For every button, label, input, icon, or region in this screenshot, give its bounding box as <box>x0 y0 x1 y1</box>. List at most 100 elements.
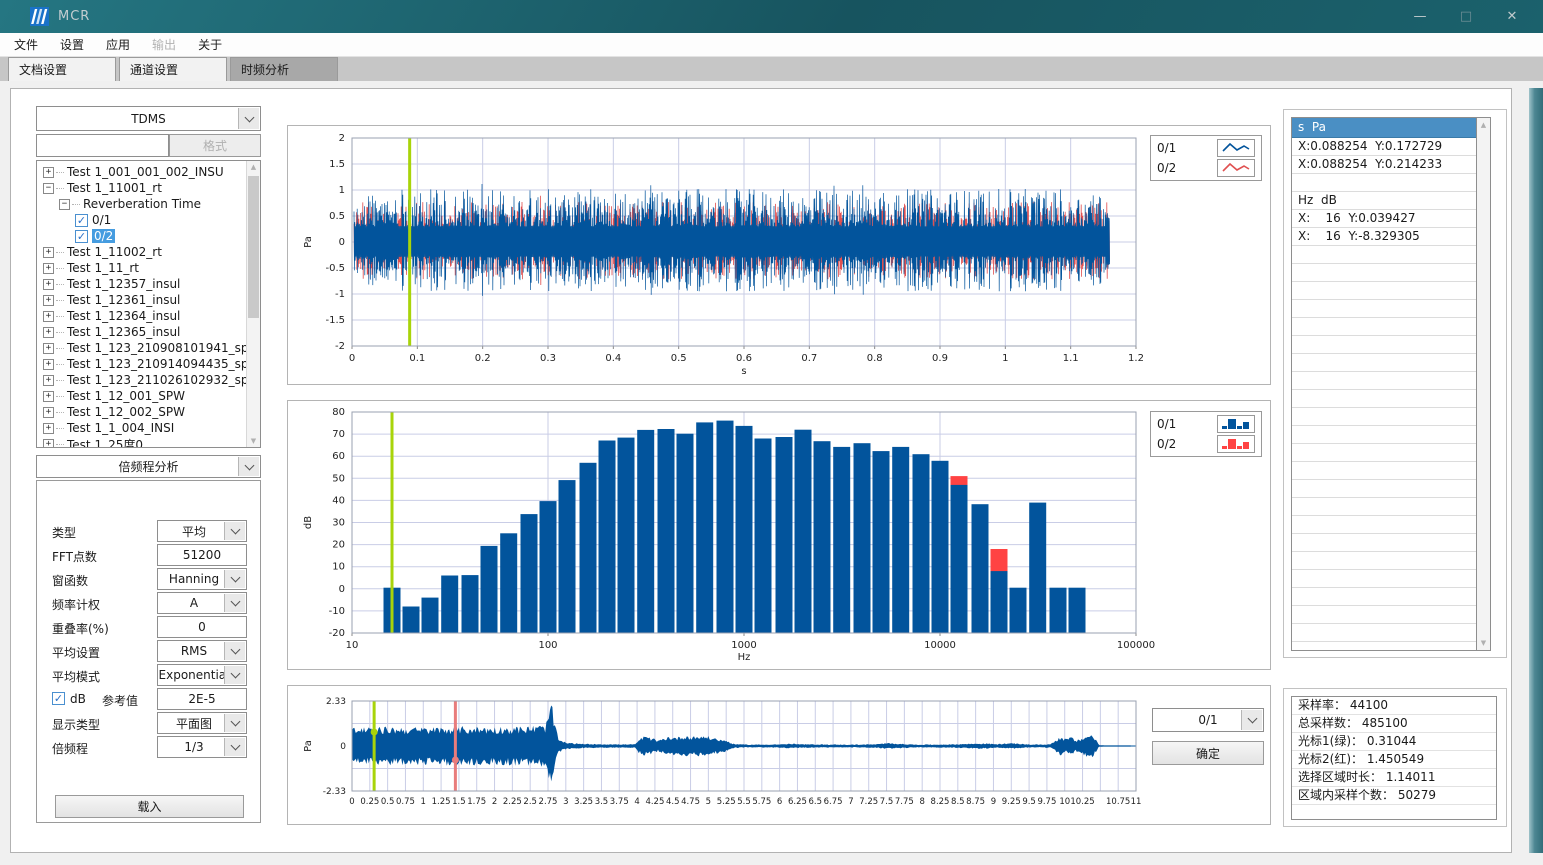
expand-icon[interactable]: + <box>43 311 54 322</box>
readout-row[interactable] <box>1292 426 1476 444</box>
dropdown-arrow-icon[interactable] <box>224 714 245 732</box>
form-input-2[interactable]: 51200 <box>157 544 247 566</box>
form-select-7[interactable]: Exponential <box>157 664 247 686</box>
readout-row[interactable]: X: 16 Y:-8.329305 <box>1292 228 1476 246</box>
time-waveform-chart[interactable]: 00.10.20.30.40.50.60.70.80.911.11.2-2-1.… <box>288 126 1272 387</box>
dropdown-arrow-icon[interactable] <box>224 666 245 684</box>
expand-icon[interactable]: + <box>43 327 54 338</box>
readout-row[interactable] <box>1292 264 1476 282</box>
tree-item[interactable]: −Test 1_11001_rt <box>37 180 260 196</box>
expand-icon[interactable]: + <box>43 167 54 178</box>
expand-icon[interactable]: + <box>43 359 54 370</box>
expand-icon[interactable]: + <box>43 391 54 402</box>
expand-icon[interactable]: + <box>43 343 54 354</box>
readout-row[interactable] <box>1292 174 1476 192</box>
expand-icon[interactable]: + <box>43 279 54 290</box>
expand-icon[interactable]: + <box>43 439 54 449</box>
expand-icon[interactable]: + <box>43 423 54 434</box>
channel-select[interactable]: 0/1 <box>1152 708 1264 732</box>
readout-row[interactable] <box>1292 498 1476 516</box>
tree-item[interactable]: +Test 1_12365_insul <box>37 324 260 340</box>
readout-row[interactable] <box>1292 588 1476 606</box>
expand-icon[interactable]: + <box>43 407 54 418</box>
expand-icon[interactable]: + <box>43 375 54 386</box>
db-checkbox-icon[interactable]: ✓ <box>52 692 65 705</box>
tab-1[interactable]: 文档设置 <box>8 57 116 81</box>
checkbox-icon[interactable]: ✓ <box>75 230 88 243</box>
form-select-1[interactable]: 平均 <box>157 520 247 542</box>
readout-row[interactable] <box>1292 624 1476 642</box>
form-select-10[interactable]: 1/3 <box>157 736 247 758</box>
tree-item[interactable]: +Test 1_12_002_SPW <box>37 404 260 420</box>
readout-row[interactable] <box>1292 372 1476 390</box>
readout-row[interactable]: Hz dB <box>1292 192 1476 210</box>
tree-item[interactable]: −Reverberation Time <box>37 196 260 212</box>
readout-row[interactable] <box>1292 318 1476 336</box>
menu-item-1[interactable]: 文件 <box>14 36 38 53</box>
readout-row[interactable] <box>1292 282 1476 300</box>
dropdown-arrow-icon[interactable] <box>238 457 259 476</box>
tree-item[interactable]: +Test 1_1_004_INSI <box>37 420 260 436</box>
tree-item[interactable]: +Test 1_12361_insul <box>37 292 260 308</box>
readout-row[interactable]: X: 16 Y:0.039427 <box>1292 210 1476 228</box>
menu-item-5[interactable]: 关于 <box>198 36 222 53</box>
scroll-up-icon[interactable]: ▲ <box>1477 119 1490 131</box>
readout-row[interactable] <box>1292 390 1476 408</box>
format-button[interactable]: 格式 <box>169 134 261 157</box>
readout-row[interactable] <box>1292 606 1476 624</box>
dropdown-arrow-icon[interactable] <box>224 642 245 660</box>
scroll-up-icon[interactable]: ▲ <box>247 161 260 173</box>
dropdown-arrow-icon[interactable] <box>224 522 245 540</box>
analysis-type-select[interactable]: 倍频程分析 <box>36 455 261 478</box>
minimize-button[interactable]: — <box>1397 0 1443 33</box>
close-button[interactable]: ✕ <box>1489 0 1535 33</box>
form-input-5[interactable]: 0 <box>157 616 247 638</box>
readout-row[interactable] <box>1292 534 1476 552</box>
scroll-down-icon[interactable]: ▼ <box>247 435 260 447</box>
tree-item[interactable]: +Test 1_123_211026102932_spw <box>37 372 260 388</box>
tree-item[interactable]: +Test 1_12364_insul <box>37 308 260 324</box>
readout-row[interactable] <box>1292 354 1476 372</box>
tree-item[interactable]: +Test 1_12_001_SPW <box>37 388 260 404</box>
menu-item-2[interactable]: 设置 <box>60 36 84 53</box>
tree-item[interactable]: +Test 1_123_210914094435_spw <box>37 356 260 372</box>
menu-item-4[interactable]: 输出 <box>152 36 176 53</box>
dropdown-arrow-icon[interactable] <box>224 570 245 588</box>
tree-item[interactable]: +Test 1_25度0 <box>37 436 260 448</box>
readout-row[interactable] <box>1292 462 1476 480</box>
cursor-list-scrollbar[interactable]: ▲ ▼ <box>1477 117 1491 651</box>
collapse-icon[interactable]: − <box>43 183 54 194</box>
tab-3[interactable]: 时频分析 <box>230 57 338 81</box>
readout-row[interactable]: X:0.088254 Y:0.172729 <box>1292 138 1476 156</box>
dropdown-arrow-icon[interactable] <box>1241 710 1262 730</box>
dropdown-arrow-icon[interactable] <box>224 594 245 612</box>
octave-spectrum-chart[interactable]: 10100100010000100000-20-1001020304050607… <box>288 401 1272 672</box>
form-input-8[interactable]: 2E-5 <box>157 688 247 710</box>
collapse-icon[interactable]: − <box>59 199 70 210</box>
form-select-9[interactable]: 平面图 <box>157 712 247 734</box>
readout-row[interactable] <box>1292 480 1476 498</box>
tree-item[interactable]: +Test 1_001_001_002_INSU <box>37 164 260 180</box>
readout-row[interactable] <box>1292 570 1476 588</box>
readout-row[interactable] <box>1292 444 1476 462</box>
maximize-button[interactable]: □ <box>1443 0 1489 33</box>
confirm-button[interactable]: 确定 <box>1152 741 1264 765</box>
red-cursor-handle[interactable] <box>452 757 459 764</box>
form-select-6[interactable]: RMS <box>157 640 247 662</box>
checkbox-icon[interactable]: ✓ <box>75 214 88 227</box>
readout-row[interactable] <box>1292 246 1476 264</box>
load-button[interactable]: 载入 <box>55 795 244 818</box>
tree-item[interactable]: ✓0/1 <box>37 212 260 228</box>
search-input[interactable] <box>36 134 169 157</box>
tree-scrollbar-thumb[interactable] <box>248 176 259 318</box>
tree-scrollbar[interactable]: ▲ ▼ <box>246 161 260 447</box>
readout-row[interactable] <box>1292 642 1476 651</box>
expand-icon[interactable]: + <box>43 247 54 258</box>
cursor-readout-list[interactable]: s PaX:0.088254 Y:0.172729X:0.088254 Y:0.… <box>1291 117 1477 651</box>
tree-item[interactable]: +Test 1_11002_rt <box>37 244 260 260</box>
readout-row[interactable]: X:0.088254 Y:0.214233 <box>1292 156 1476 174</box>
form-select-4[interactable]: A <box>157 592 247 614</box>
expand-icon[interactable]: + <box>43 263 54 274</box>
readout-row[interactable] <box>1292 300 1476 318</box>
form-select-3[interactable]: Hanning <box>157 568 247 590</box>
